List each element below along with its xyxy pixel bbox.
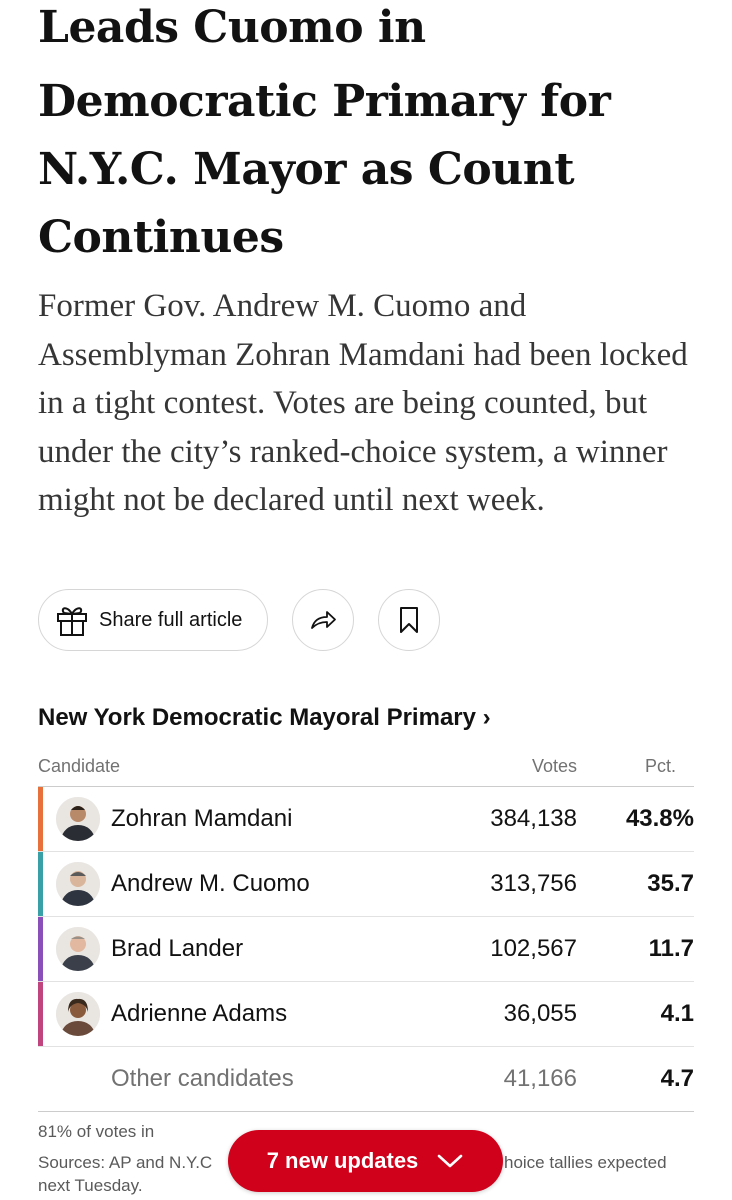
headline-line: Continues bbox=[38, 212, 284, 263]
share-button[interactable] bbox=[292, 589, 354, 651]
candidate-color-bar bbox=[38, 917, 43, 981]
share-arrow-icon bbox=[311, 611, 336, 629]
table-row: Zohran Mamdani 384,138 43.8% bbox=[38, 787, 694, 852]
table-row: Brad Lander 102,567 11.7 bbox=[38, 917, 694, 982]
headline-line: Leads Cuomo in bbox=[38, 2, 426, 53]
share-full-article-button[interactable]: Share full article bbox=[38, 589, 268, 651]
column-header-candidate: Candidate bbox=[38, 756, 121, 776]
headline-line: N.Y.C. Mayor as Count bbox=[38, 144, 575, 195]
candidate-pct: 4.1 bbox=[660, 1000, 694, 1027]
headline-line: Democratic Primary for bbox=[38, 76, 611, 127]
chevron-down-icon bbox=[437, 1154, 463, 1168]
sources-text-left: Sources: AP and N.Y.C bbox=[38, 1153, 213, 1172]
candidate-pct: 11.7 bbox=[648, 935, 694, 962]
new-updates-label: 7 new updates bbox=[266, 1148, 419, 1173]
candidate-votes: 41,166 bbox=[503, 1065, 577, 1092]
table-row-other: Other candidates 41,166 4.7 bbox=[38, 1047, 694, 1112]
candidate-pct: 35.7 bbox=[647, 870, 694, 897]
avatar bbox=[56, 862, 100, 906]
results-title-link[interactable]: New York Democratic Mayoral Primary › bbox=[38, 704, 491, 732]
candidate-name: Other candidates bbox=[111, 1065, 294, 1092]
article-headline: Leads Cuomo in Democratic Primary for N.… bbox=[38, 0, 698, 272]
candidate-color-bar bbox=[38, 982, 43, 1046]
candidate-votes: 36,055 bbox=[503, 1000, 577, 1027]
new-updates-button[interactable]: 7 new updates bbox=[228, 1130, 503, 1192]
share-full-article-label: Share full article bbox=[99, 608, 243, 631]
candidate-color-bar bbox=[38, 852, 43, 916]
article-summary: Former Gov. Andrew M. Cuomo and Assembly… bbox=[38, 288, 688, 518]
table-row: Andrew M. Cuomo 313,756 35.7 bbox=[38, 852, 694, 917]
candidate-pct: 43.8% bbox=[625, 805, 694, 832]
gift-icon bbox=[57, 607, 87, 636]
candidate-pct: 4.7 bbox=[660, 1065, 694, 1092]
avatar bbox=[56, 797, 100, 841]
candidate-color-bar bbox=[38, 787, 43, 851]
candidate-name: Brad Lander bbox=[111, 935, 244, 962]
column-header-pct: Pct. bbox=[644, 756, 676, 776]
sources-text-right: hoice tallies expected bbox=[504, 1153, 667, 1172]
candidate-votes: 384,138 bbox=[490, 805, 577, 832]
bookmark-icon bbox=[400, 607, 418, 633]
candidate-votes: 102,567 bbox=[490, 935, 577, 962]
candidate-name: Zohran Mamdani bbox=[111, 805, 293, 832]
column-header-votes: Votes bbox=[531, 756, 577, 776]
table-row: Adrienne Adams 36,055 4.1 bbox=[38, 982, 694, 1047]
candidate-votes: 313,756 bbox=[490, 870, 577, 897]
avatar bbox=[56, 927, 100, 971]
candidate-name: Adrienne Adams bbox=[111, 1000, 288, 1027]
avatar bbox=[56, 992, 100, 1036]
candidate-name: Andrew M. Cuomo bbox=[111, 870, 310, 897]
save-button[interactable] bbox=[378, 589, 440, 651]
